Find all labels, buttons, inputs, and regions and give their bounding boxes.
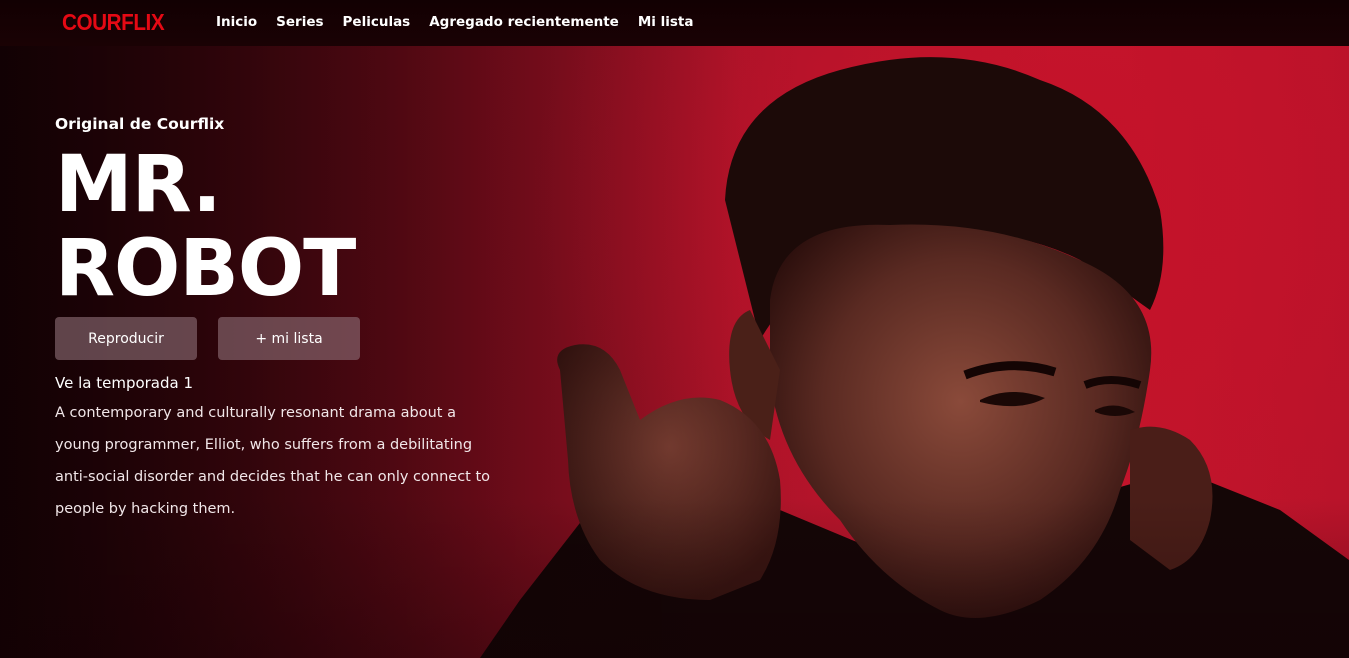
show-title-line-1: MR. [55,140,222,230]
show-title-line-2: ROBOT [55,224,356,314]
courflix-logo[interactable]: COURFLIX [62,9,165,36]
nav-item-mi-lista[interactable]: Mi lista [638,14,694,30]
nav-item-agregado-recientemente[interactable]: Agregado recientemente [429,14,619,30]
page: COURFLIX Inicio Series Peliculas Agregad… [0,0,1349,658]
hero-content: Original de Courflix MR. ROBOT Reproduci… [55,113,515,525]
nav-item-peliculas[interactable]: Peliculas [343,14,411,30]
hero-buttons: Reproducir + mi lista [55,317,515,360]
show-description: A contemporary and culturally resonant d… [55,405,491,517]
season-label: Ve la temporada 1 [55,374,194,392]
nav-links: Inicio Series Peliculas Agregado recient… [216,14,693,30]
add-to-list-button[interactable]: + mi lista [218,317,360,360]
hero-eyebrow: Original de Courflix [55,115,225,133]
show-title: MR. ROBOT [55,143,475,311]
nav-item-series[interactable]: Series [276,14,323,30]
nav-item-inicio[interactable]: Inicio [216,14,257,30]
top-navbar: COURFLIX Inicio Series Peliculas Agregad… [0,0,1349,46]
play-button[interactable]: Reproducir [55,317,197,360]
